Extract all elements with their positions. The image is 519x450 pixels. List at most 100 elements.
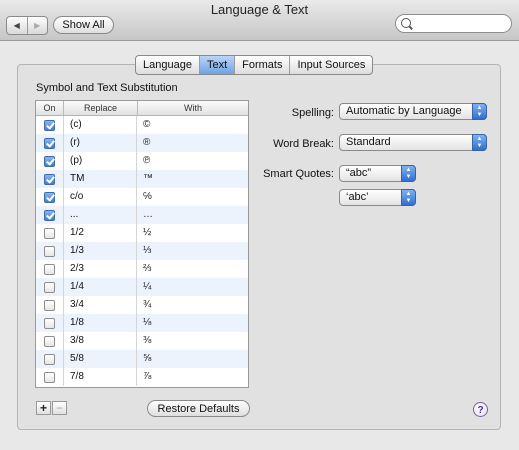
- replace-cell[interactable]: 7/8: [63, 368, 136, 386]
- with-cell[interactable]: ©: [136, 116, 248, 134]
- with-cell[interactable]: ½: [136, 224, 248, 242]
- with-cell[interactable]: ℅: [136, 188, 248, 206]
- double-quotes-popup[interactable]: “abc” ▲ ▼: [339, 165, 416, 182]
- replace-cell[interactable]: (p): [63, 152, 136, 170]
- replace-cell[interactable]: 3/4: [63, 296, 136, 314]
- row-on-cell: [36, 170, 63, 188]
- show-all-button[interactable]: Show All: [53, 16, 114, 34]
- table-row[interactable]: 2/3 ⅔: [36, 260, 248, 278]
- with-cell[interactable]: ¾: [136, 296, 248, 314]
- popup-arrows-icon: ▲ ▼: [401, 189, 416, 206]
- enable-checkbox[interactable]: [44, 335, 55, 347]
- replace-cell[interactable]: 1/4: [63, 278, 136, 296]
- with-cell[interactable]: ⅔: [136, 260, 248, 278]
- tab-text[interactable]: Text: [198, 56, 235, 74]
- double-quotes-value: “abc”: [346, 167, 372, 179]
- forward-arrow-icon[interactable]: ▶: [26, 17, 48, 34]
- table-row[interactable]: 3/4 ¾: [36, 296, 248, 314]
- word-break-popup[interactable]: Standard ▲ ▼: [339, 134, 487, 151]
- table-row[interactable]: 1/4 ¼: [36, 278, 248, 296]
- table-row[interactable]: 1/3 ⅓: [36, 242, 248, 260]
- with-cell[interactable]: ℗: [136, 152, 248, 170]
- column-header-on[interactable]: On: [36, 101, 63, 115]
- row-on-cell: [36, 278, 63, 296]
- tab-formats[interactable]: Formats: [234, 56, 289, 74]
- with-cell[interactable]: ⅞: [136, 368, 248, 386]
- row-on-cell: [36, 296, 63, 314]
- add-button[interactable]: +: [36, 401, 51, 415]
- tab-input-sources[interactable]: Input Sources: [289, 56, 372, 74]
- row-on-cell: [36, 206, 63, 224]
- with-cell[interactable]: ™: [136, 170, 248, 188]
- row-on-cell: [36, 134, 63, 152]
- back-forward-control: ◀ ▶: [6, 16, 48, 35]
- replace-cell[interactable]: 3/8: [63, 332, 136, 350]
- table-header: On Replace With: [36, 101, 248, 116]
- with-cell[interactable]: ⅝: [136, 350, 248, 368]
- search-icon: [401, 18, 411, 28]
- table-row[interactable]: (r) ®: [36, 134, 248, 152]
- column-header-replace[interactable]: Replace: [63, 101, 137, 115]
- enable-checkbox[interactable]: [44, 191, 55, 203]
- enable-checkbox[interactable]: [44, 353, 55, 365]
- replace-cell[interactable]: 1/8: [63, 314, 136, 332]
- window-toolbar: Language & Text ◀ ▶ Show All: [0, 0, 519, 41]
- table-row[interactable]: TM ™: [36, 170, 248, 188]
- enable-checkbox[interactable]: [44, 137, 55, 149]
- replace-cell[interactable]: (c): [63, 116, 136, 134]
- row-on-cell: [36, 314, 63, 332]
- enable-checkbox[interactable]: [44, 299, 55, 311]
- row-on-cell: [36, 368, 63, 386]
- replace-cell[interactable]: c/o: [63, 188, 136, 206]
- replace-cell[interactable]: TM: [63, 170, 136, 188]
- with-cell[interactable]: ¼: [136, 278, 248, 296]
- table-row[interactable]: (p) ℗: [36, 152, 248, 170]
- replace-cell[interactable]: 1/3: [63, 242, 136, 260]
- table-row[interactable]: 3/8 ⅜: [36, 332, 248, 350]
- single-quotes-popup[interactable]: ‘abc’ ▲ ▼: [339, 189, 416, 206]
- column-header-with[interactable]: With: [137, 101, 248, 115]
- with-cell[interactable]: …: [136, 206, 248, 224]
- replace-cell[interactable]: 1/2: [63, 224, 136, 242]
- replace-cell[interactable]: 5/8: [63, 350, 136, 368]
- replace-cell[interactable]: 2/3: [63, 260, 136, 278]
- back-arrow-icon[interactable]: ◀: [7, 17, 27, 34]
- tab-language[interactable]: Language: [136, 56, 199, 74]
- enable-checkbox[interactable]: [44, 227, 55, 239]
- search-input[interactable]: [414, 16, 510, 32]
- enable-checkbox[interactable]: [44, 173, 55, 185]
- replace-cell[interactable]: ...: [63, 206, 136, 224]
- help-icon[interactable]: ?: [473, 402, 488, 417]
- enable-checkbox[interactable]: [44, 119, 55, 131]
- with-cell[interactable]: ⅛: [136, 314, 248, 332]
- row-on-cell: [36, 260, 63, 278]
- enable-checkbox[interactable]: [44, 155, 55, 167]
- remove-button[interactable]: −: [52, 401, 67, 415]
- enable-checkbox[interactable]: [44, 245, 55, 257]
- row-on-cell: [36, 152, 63, 170]
- table-row[interactable]: 5/8 ⅝: [36, 350, 248, 368]
- replace-cell[interactable]: (r): [63, 134, 136, 152]
- table-row[interactable]: 1/8 ⅛: [36, 314, 248, 332]
- table-row[interactable]: ...…: [36, 206, 248, 224]
- enable-checkbox[interactable]: [44, 371, 55, 383]
- enable-checkbox[interactable]: [44, 209, 55, 221]
- with-cell[interactable]: ⅓: [136, 242, 248, 260]
- spelling-popup[interactable]: Automatic by Language ▲ ▼: [339, 103, 487, 120]
- with-cell[interactable]: ⅜: [136, 332, 248, 350]
- spelling-label: Spelling:: [291, 107, 334, 119]
- table-row[interactable]: 1/2 ½: [36, 224, 248, 242]
- table-row[interactable]: c/o ℅: [36, 188, 248, 206]
- word-break-label: Word Break:: [273, 138, 334, 150]
- enable-checkbox[interactable]: [44, 281, 55, 293]
- table-body: (c) © (r) ® (p) ℗ TM ™ c/o ℅...… 1/2 ½ 1/3 ⅓ 2/3 ⅔ 1/4 ¼ 3…: [36, 116, 248, 386]
- row-on-cell: [36, 188, 63, 206]
- table-row[interactable]: 7/8 ⅞: [36, 368, 248, 386]
- search-field[interactable]: [395, 14, 512, 33]
- enable-checkbox[interactable]: [44, 317, 55, 329]
- restore-defaults-button[interactable]: Restore Defaults: [147, 400, 250, 417]
- word-break-value: Standard: [346, 136, 391, 148]
- enable-checkbox[interactable]: [44, 263, 55, 275]
- table-row[interactable]: (c) ©: [36, 116, 248, 134]
- with-cell[interactable]: ®: [136, 134, 248, 152]
